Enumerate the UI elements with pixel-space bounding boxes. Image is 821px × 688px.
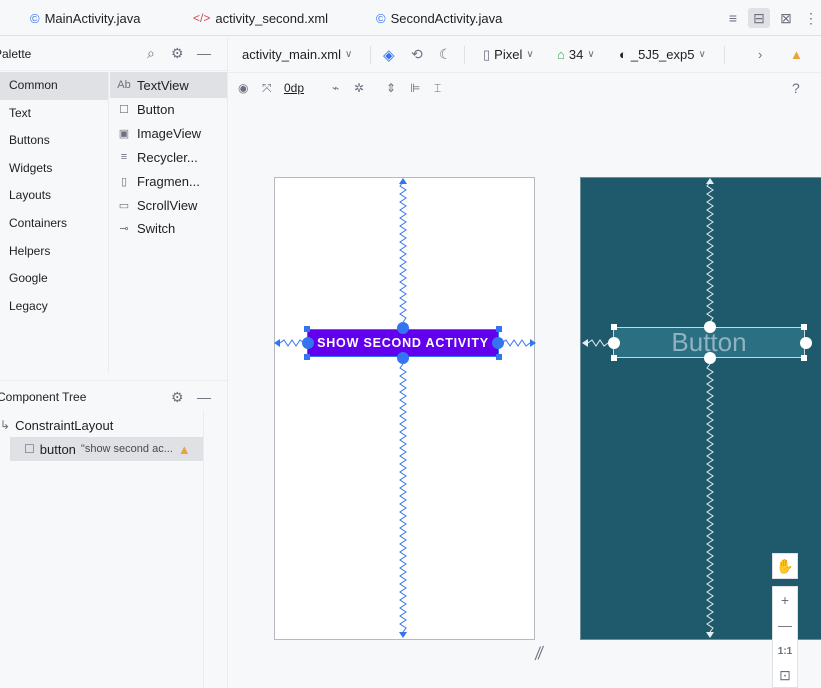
bp-left-constraint [587,339,609,347]
arrow-left [274,339,280,347]
bp-arrow-bottom [706,632,714,638]
bp-bottom-constraint [706,363,714,633]
arrow-top [399,178,407,184]
bp-top-constraint [706,181,714,323]
zoom-in-icon[interactable]: + [772,586,798,612]
bottom-constraint [399,363,407,633]
bp-arrow-top [706,178,714,184]
arrow-right [530,339,536,347]
zoom-out-icon[interactable]: — [772,612,798,638]
pan-hand-icon[interactable]: ✋ [772,553,798,579]
left-constraint [279,339,305,347]
top-constraint [399,181,407,323]
show-second-activity-button[interactable]: SHOW SECOND ACTIVITY [307,329,499,357]
zoom-to-fit-icon[interactable]: ⊡ [772,664,798,688]
zoom-controls: ✋ + — 1:1 ⊡ [772,553,798,688]
bp-arrow-left [582,339,588,347]
right-constraint [501,339,531,347]
blueprint-button[interactable]: Button [613,327,805,358]
arrow-bottom [399,632,407,638]
zoom-one-to-one[interactable]: 1:1 [772,638,798,664]
